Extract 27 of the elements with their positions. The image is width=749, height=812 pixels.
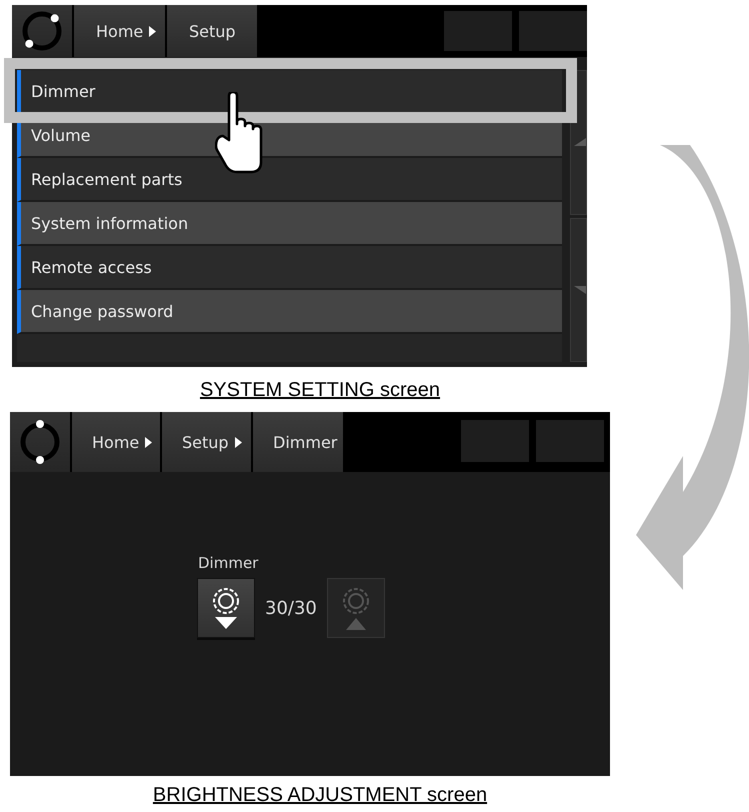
dimmer-label: Dimmer xyxy=(197,554,260,572)
down-triangle-icon xyxy=(574,286,586,294)
menu-item[interactable]: Replacement parts xyxy=(17,158,562,202)
caret-icon xyxy=(149,26,156,36)
menu-item[interactable]: Remote access xyxy=(17,246,562,290)
screen-caption: SYSTEM SETTING screen xyxy=(200,379,440,402)
dimmer-value: 30/30 xyxy=(265,598,317,618)
caret-icon xyxy=(234,436,242,448)
hand-pointer-icon xyxy=(215,92,265,174)
ring-logo-icon xyxy=(20,9,64,53)
blank-key[interactable] xyxy=(461,420,529,462)
menu-item[interactable]: System information xyxy=(17,202,562,246)
menu-item[interactable]: Dimmer xyxy=(17,70,562,114)
breadcrumb-button[interactable]: Home xyxy=(74,5,165,57)
up-triangle-icon xyxy=(574,138,586,146)
breadcrumb-button[interactable]: Setup xyxy=(162,412,251,472)
menu-item[interactable]: Change password xyxy=(17,290,562,334)
breadcrumb-button[interactable]: Setup xyxy=(167,5,257,57)
screen-caption: BRIGHTNESS ADJUSTMENT screen xyxy=(152,784,488,807)
dimmer-down-button[interactable] xyxy=(197,578,255,638)
blank-key[interactable] xyxy=(519,11,587,51)
breadcrumb-button[interactable]: Dimmer xyxy=(253,412,343,472)
breadcrumb-button[interactable]: Home xyxy=(72,412,160,472)
blank-key[interactable] xyxy=(536,420,604,462)
blank-key[interactable] xyxy=(444,11,512,51)
ring-logo-icon xyxy=(18,420,62,464)
caret-icon xyxy=(145,436,152,448)
